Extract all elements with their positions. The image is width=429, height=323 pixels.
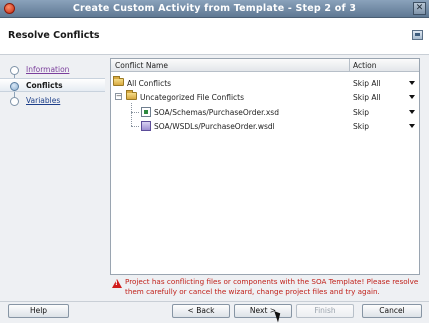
title-bar: Create Custom Activity from Template - S… <box>0 0 429 18</box>
collapse-toggle-icon[interactable]: − <box>115 93 122 100</box>
table-header: Conflict Name Action <box>111 59 419 72</box>
column-separator <box>349 59 350 72</box>
chevron-down-icon[interactable] <box>409 95 415 99</box>
chevron-down-icon[interactable] <box>409 124 415 128</box>
window-title: Create Custom Activity from Template - S… <box>72 3 357 14</box>
close-button[interactable]: ✕ <box>413 2 426 15</box>
wizard-steps: Information Conflicts Variables <box>0 56 105 276</box>
chevron-down-icon[interactable] <box>409 110 415 114</box>
step-variables[interactable]: Variables <box>0 94 105 108</box>
table-row[interactable]: SOA/WSDLs/PurchaseOrder.wsdl Skip <box>111 119 419 133</box>
cancel-button[interactable]: Cancel <box>362 304 422 318</box>
conflict-name: SOA/Schemas/PurchaseOrder.xsd <box>154 108 279 117</box>
folder-icon <box>126 90 137 100</box>
action-value[interactable]: Skip All <box>353 93 381 102</box>
wizard-header: Resolve Conflicts <box>0 18 429 55</box>
footer-divider <box>0 301 429 302</box>
step-label: Variables <box>26 96 61 105</box>
step-dot-icon <box>10 66 19 75</box>
page-title: Resolve Conflicts <box>8 30 100 41</box>
step-information[interactable]: Information <box>0 63 105 77</box>
step-label: Conflicts <box>26 81 63 90</box>
finish-button[interactable]: Finish <box>296 304 354 318</box>
step-dot-icon <box>10 82 19 91</box>
column-header-conflict-name[interactable]: Conflict Name <box>115 61 168 70</box>
action-value[interactable]: Skip <box>353 122 369 131</box>
conflicts-table: Conflict Name Action All Conflicts Skip … <box>110 58 420 275</box>
wsdl-file-icon <box>141 121 151 131</box>
help-panel-icon[interactable] <box>412 30 423 40</box>
table-row[interactable]: SOA/Schemas/PurchaseOrder.xsd Skip <box>111 105 419 119</box>
conflict-name: Uncategorized File Conflicts <box>140 93 245 102</box>
action-value[interactable]: Skip <box>353 108 369 117</box>
wizard-window: Resolve Conflicts Information Conflicts … <box>0 18 429 323</box>
back-button[interactable]: < Back <box>172 304 230 318</box>
folder-icon <box>113 76 124 86</box>
step-conflicts[interactable]: Conflicts <box>0 78 105 92</box>
step-label: Information <box>26 65 70 74</box>
warning-message: ! Project has conflicting files or compo… <box>112 277 424 299</box>
next-button[interactable]: Next > <box>234 304 292 318</box>
conflict-name: All Conflicts <box>127 79 172 88</box>
action-value[interactable]: Skip All <box>353 79 381 88</box>
help-button[interactable]: Help <box>8 304 69 318</box>
chevron-down-icon[interactable] <box>409 81 415 85</box>
table-row[interactable]: − Uncategorized File Conflicts Skip All <box>111 90 419 104</box>
step-dot-icon <box>10 97 19 106</box>
warning-icon-mark: ! <box>115 280 118 287</box>
warning-text: Project has conflicting files or compone… <box>125 277 419 296</box>
column-header-action[interactable]: Action <box>353 61 377 70</box>
conflict-name: SOA/WSDLs/PurchaseOrder.wsdl <box>154 122 275 131</box>
table-row[interactable]: All Conflicts Skip All <box>111 76 419 90</box>
xsd-file-icon <box>141 107 151 117</box>
